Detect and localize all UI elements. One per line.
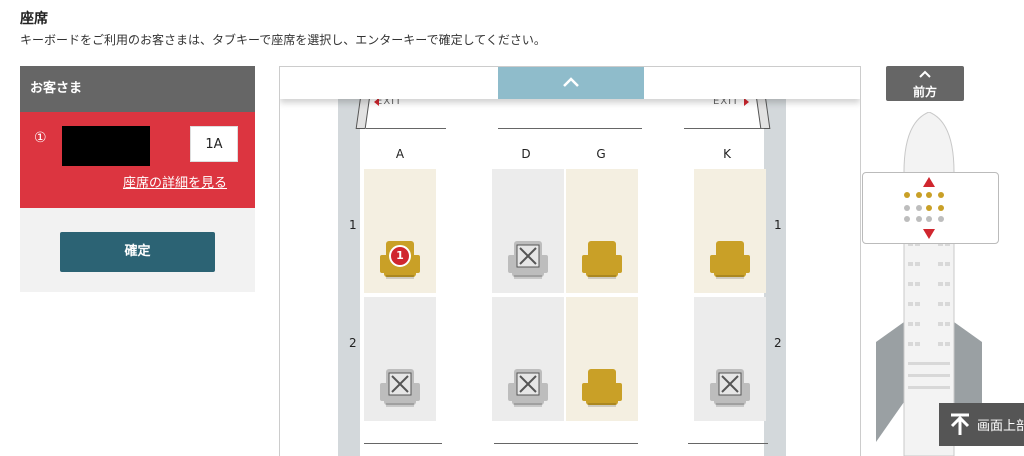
seat-cell-1a[interactable]: 1 [364,169,436,293]
bulkhead-line-left [366,128,446,129]
seat-2d-unavailable [504,367,552,409]
front-direction-button[interactable]: 前方 [886,66,964,101]
row-label-1-left: 1 [349,218,357,232]
column-label-g: G [596,147,606,161]
arrow-up-icon [950,413,970,435]
confirm-button[interactable]: 確定 [60,232,215,272]
bulkhead-line-left-bottom [364,443,442,444]
column-label-a: A [395,147,405,161]
keyboard-instructions: キーボードをご利用のお客さまは、タブキーで座席を選択し、エンターキーで確定してく… [20,33,546,47]
chevron-up-icon [563,77,579,87]
back-to-top-button[interactable]: 画面上部 [939,403,1024,446]
seat-cell-2d [492,297,564,421]
seat-2k-unavailable [706,367,754,409]
row-label-2-left: 2 [349,336,357,350]
seat-2a-unavailable [376,367,424,409]
seat-cell-1g[interactable] [566,169,638,293]
cabin-area: EXIT EXIT A D G K 1 1 2 2 1 [280,67,860,456]
seat-cell-2g[interactable] [566,297,638,421]
seat-cell-2a [364,297,436,421]
passenger-seat-box[interactable]: 1A [190,126,238,162]
passenger-name-redacted [62,126,150,166]
seat-cell-1k[interactable] [694,169,766,293]
back-to-top-label: 画面上部 [977,419,1024,434]
passenger-panel-heading: お客さま [20,66,255,112]
row-label-2-right: 2 [774,336,782,350]
scroll-up-button[interactable] [498,67,644,99]
column-label-k: K [723,147,731,161]
row-label-1-right: 1 [774,218,782,232]
front-label: 前方 [912,85,937,99]
seat-map: EXIT EXIT A D G K 1 1 2 2 1 [279,66,861,456]
seat-1d-unavailable [504,239,552,281]
seat-details-link[interactable]: 座席の詳細を見る [123,172,227,191]
seat-cell-2k [694,297,766,421]
passenger-number: ① [34,130,47,146]
exit-arrow-left [374,98,379,106]
seat-1g-available[interactable] [578,239,626,281]
seat-cell-1d [492,169,564,293]
passenger-panel: お客さま ① 1A 座席の詳細を見る 確定 [20,66,255,292]
bulkhead-line-right [684,128,764,129]
bulkhead-line-right-bottom [688,443,768,444]
seat-2g-available[interactable] [578,367,626,409]
chevron-up-icon [919,70,931,78]
bulkhead-line-center [498,128,642,129]
bulkhead-line-center-bottom [494,443,638,444]
page-title: 座席 [20,11,48,27]
column-label-d: D [521,147,531,161]
cabin-wall-right [764,99,786,456]
minimap-viewport[interactable] [862,172,999,244]
exit-arrow-right [744,98,749,106]
passenger-card[interactable]: ① 1A 座席の詳細を見る [20,112,255,208]
cabin-wall-left [338,99,360,456]
seat-1k-available[interactable] [706,239,754,281]
minimap-seat-overview-icon [904,177,944,239]
selected-seat-badge: 1 [389,245,411,267]
